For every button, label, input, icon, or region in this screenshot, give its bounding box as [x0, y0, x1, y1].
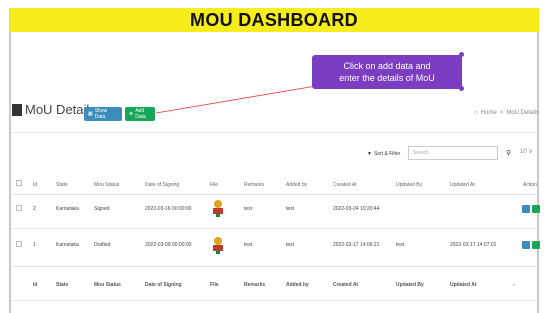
cell-updated-at: 2022-03-17 14:07:01 [450, 242, 497, 248]
search-icon[interactable]: ⚲ [506, 149, 511, 157]
show-data-label: Show Data [94, 108, 108, 120]
cell-date-of-signing: 2022-03-09 00:00:00 [145, 242, 192, 248]
divider [12, 132, 538, 133]
footer-divider [12, 300, 538, 301]
footer-date-of-signing: Date of Signing [145, 282, 182, 288]
breadcrumb-home[interactable]: Home [481, 110, 497, 116]
cell-remarks: test [244, 206, 253, 212]
cell-id: 2 [33, 206, 36, 212]
cell-mou-status: Signed [94, 206, 110, 212]
footer-remarks: Remarks [244, 282, 266, 288]
footer-file: File [210, 282, 219, 288]
column-header-state[interactable]: State [56, 182, 68, 188]
cell-updated-by: test [396, 242, 405, 248]
row-checkbox[interactable] [16, 241, 22, 247]
sort-filter-label: Sort & Filter [373, 151, 401, 157]
column-header-updated-at[interactable]: Updated At [450, 182, 475, 188]
footer-mou-status: Mou Status [94, 282, 121, 288]
eye-icon[interactable] [522, 241, 530, 249]
callout-line-1: Click on add data and [343, 61, 431, 71]
folder-icon [12, 103, 22, 116]
plus-icon: ⊕ [129, 111, 134, 117]
home-icon: ⌂ [474, 110, 478, 116]
page-size-value: 10 [520, 149, 527, 155]
cell-added-by: test [286, 242, 295, 248]
row-divider [12, 228, 538, 229]
emblem-icon[interactable] [210, 199, 226, 217]
sort-filter-button[interactable]: ▼ Sort & Filter [367, 148, 400, 160]
pencil-icon[interactable] [532, 205, 540, 213]
breadcrumb-current: MoU Details [506, 110, 539, 116]
row-checkbox[interactable] [16, 205, 22, 211]
column-header-added-by[interactable]: Added by [286, 182, 307, 188]
select-all-checkbox[interactable] [16, 180, 22, 186]
banner-title: MOU DASHBOARD [190, 9, 358, 30]
cell-created-at: 2022-03-24 10:20:44 [333, 206, 380, 212]
add-data-label: Add Data [135, 108, 146, 120]
footer-state: State [56, 282, 69, 288]
column-header-remarks[interactable]: Remarks [244, 182, 264, 188]
column-header-id[interactable]: Id [33, 182, 37, 188]
callout-line-2: enter the details of MoU [339, 73, 435, 83]
footer-added-by: Added by [286, 282, 309, 288]
callout-box: Click on add data and enter the details … [312, 55, 462, 89]
breadcrumb-separator: > [499, 110, 504, 116]
column-header-date-of-signing[interactable]: Date of Signing [145, 182, 179, 188]
show-data-button[interactable]: ▦ Show Data [84, 107, 122, 121]
table-header-divider [12, 194, 538, 195]
eye-icon[interactable] [522, 205, 530, 213]
cell-mou-status: Drafted [94, 242, 111, 248]
footer-created-at: Created At [333, 282, 359, 288]
footer-action: - [513, 282, 515, 288]
cell-date-of-signing: 2022-03-16 00:00:00 [145, 206, 192, 212]
cell-created-at: 2022-03-17 14:06:21 [333, 242, 380, 248]
footer-id: Id [33, 282, 38, 288]
footer-updated-by: Updated By [396, 282, 424, 288]
column-header-mou-status[interactable]: Mou Status [94, 182, 119, 188]
dashboard-banner: MOU DASHBOARD [9, 8, 539, 32]
column-header-updated-by[interactable]: Updated By [396, 182, 422, 188]
column-header-action: Action [523, 182, 537, 188]
cell-added-by: test [286, 206, 295, 212]
sort-icon: ▼ [367, 151, 372, 157]
cell-state: Karnataka [56, 242, 79, 248]
column-header-file[interactable]: File [210, 182, 218, 188]
column-header-created-at[interactable]: Created At [333, 182, 357, 188]
page-size-select[interactable]: 10 ∨ [520, 148, 533, 155]
cell-remarks: test [244, 242, 253, 248]
footer-updated-at: Updated At [450, 282, 477, 288]
row-divider [12, 266, 538, 267]
emblem-icon[interactable] [210, 236, 226, 254]
search-input[interactable]: Search [408, 146, 498, 160]
breadcrumb: ⌂ Home > MoU Details [474, 110, 539, 116]
pencil-icon[interactable] [532, 241, 540, 249]
add-data-button[interactable]: ⊕ Add Data [125, 107, 155, 121]
cell-id: 1 [33, 242, 36, 248]
grid-icon: ▦ [88, 111, 93, 117]
cell-state: Karnataka [56, 206, 79, 212]
